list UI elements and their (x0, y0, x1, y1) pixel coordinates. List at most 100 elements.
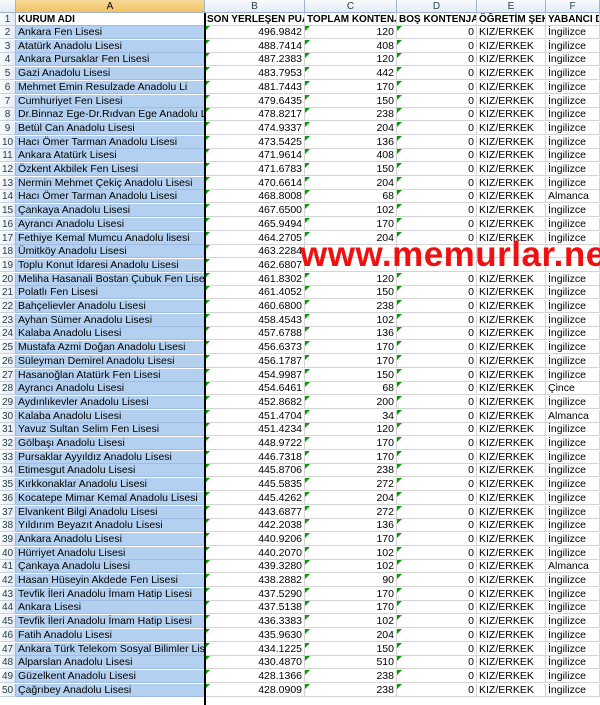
cell-kurum-adi[interactable]: Polatlı Fen Lisesi (16, 286, 205, 300)
cell-ogretim-sekli[interactable]: KIZ/ERKEK (477, 587, 546, 601)
row-number[interactable]: 49 (0, 669, 16, 683)
cell-toplam[interactable]: 102 (305, 204, 397, 218)
cell-bos[interactable]: 0 (397, 478, 477, 492)
cell-puan[interactable]: 445.4262 (205, 491, 305, 505)
cell-kurum-adi[interactable]: Dr.Binnaz Ege-Dr.Rıdvan Ege Anadolu Lis (16, 108, 205, 122)
cell-toplam[interactable]: 170 (305, 532, 397, 546)
cell-yabanci-dil[interactable]: İngilizce (546, 683, 600, 697)
cell-bos[interactable]: 0 (397, 217, 477, 231)
cell-toplam[interactable]: 120 (305, 423, 397, 437)
row-number[interactable]: 1 (0, 13, 16, 26)
cell-toplam[interactable]: 120 (305, 26, 397, 39)
row-number[interactable]: 20 (0, 272, 16, 286)
cell-puan[interactable]: 438.2882 (205, 574, 305, 587)
cell-title-puan[interactable]: SON YERLEŞEN PUANI (205, 13, 305, 26)
cell-yabanci-dil[interactable]: İngilizce (546, 615, 600, 629)
cell-yabanci-dil[interactable]: İngilizce (546, 26, 600, 39)
cell-toplam[interactable]: 272 (305, 478, 397, 492)
cell-puan[interactable]: 470.6614 (205, 176, 305, 190)
cell-bos[interactable]: 0 (397, 437, 477, 450)
cell-bos[interactable]: 0 (397, 26, 477, 39)
select-all-corner[interactable] (0, 0, 16, 13)
cell-bos[interactable]: 0 (397, 491, 477, 505)
cell-ogretim-sekli[interactable]: KIZ/ERKEK (477, 395, 546, 409)
cell-ogretim-sekli[interactable]: KIZ/ERKEK (477, 135, 546, 149)
cell-yabanci-dil[interactable]: İngilizce (546, 39, 600, 53)
cell-yabanci-dil[interactable]: Almanca (546, 409, 600, 423)
cell-bos[interactable]: 0 (397, 341, 477, 355)
cell-yabanci-dil[interactable]: İngilizce (546, 53, 600, 67)
cell-title-dil[interactable]: YABANCI DİL (546, 13, 600, 26)
cell-yabanci-dil[interactable]: İngilizce (546, 519, 600, 533)
cell-toplam[interactable]: 170 (305, 601, 397, 615)
cell-toplam[interactable]: 170 (305, 217, 397, 231)
cell-kurum-adi[interactable]: Aydınlıkevler Anadolu Lisesi (16, 395, 205, 409)
cell-puan[interactable]: 464.2705 (205, 231, 305, 245)
cell-toplam[interactable]: 150 (305, 163, 397, 176)
cell-kurum-adi[interactable]: Gazi Anadolu Lisesi (16, 67, 205, 81)
cell-toplam[interactable]: 170 (305, 587, 397, 601)
cell-puan[interactable]: 446.7318 (205, 450, 305, 464)
cell-toplam[interactable]: 200 (305, 395, 397, 409)
cell-puan[interactable]: 440.9206 (205, 532, 305, 546)
cell-puan[interactable]: 437.5290 (205, 587, 305, 601)
row-number[interactable]: 13 (0, 176, 16, 190)
cell-ogretim-sekli[interactable]: KIZ/ERKEK (477, 642, 546, 656)
cell-ogretim-sekli[interactable]: KIZ/ERKEK (477, 669, 546, 683)
cell-bos[interactable]: 0 (397, 683, 477, 697)
cell-toplam[interactable]: 68 (305, 190, 397, 204)
row-number[interactable]: 50 (0, 683, 16, 697)
cell-kurum-adi[interactable]: Ankara Anadolu Lisesi (16, 532, 205, 546)
cell-puan[interactable]: 479.6435 (205, 94, 305, 108)
cell-yabanci-dil[interactable]: İngilizce (546, 80, 600, 94)
cell-kurum-adi[interactable]: Hasan Hüseyin Akdede Fen Lisesi (16, 574, 205, 587)
cell-ogretim-sekli[interactable]: KIZ/ERKEK (477, 80, 546, 94)
cell-ogretim-sekli[interactable]: KIZ/ERKEK (477, 491, 546, 505)
cell-puan[interactable]: 451.4704 (205, 409, 305, 423)
cell-bos[interactable]: 0 (397, 135, 477, 149)
cell-kurum-adi[interactable]: Cumhuriyet Fen Lisesi (16, 94, 205, 108)
row-number[interactable]: 15 (0, 204, 16, 218)
cell-yabanci-dil[interactable]: İngilizce (546, 67, 600, 81)
cell-bos[interactable] (397, 245, 477, 259)
cell-yabanci-dil[interactable]: Çince (546, 382, 600, 396)
cell-yabanci-dil[interactable]: İngilizce (546, 464, 600, 478)
cell-ogretim-sekli[interactable]: KIZ/ERKEK (477, 53, 546, 67)
row-number[interactable]: 35 (0, 478, 16, 492)
cell-puan[interactable]: 463.2284 (205, 245, 305, 259)
cell-yabanci-dil[interactable]: İngilizce (546, 354, 600, 368)
cell-kurum-adi[interactable]: Ayrancı Anadolu Lisesi (16, 217, 205, 231)
cell-kurum-adi[interactable]: Mehmet Emin Resulzade Anadolu Li (16, 80, 205, 94)
row-number[interactable]: 3 (0, 39, 16, 53)
cell-bos[interactable]: 0 (397, 354, 477, 368)
cell-toplam[interactable]: 170 (305, 354, 397, 368)
cell-puan[interactable]: 437.5138 (205, 601, 305, 615)
cell-yabanci-dil[interactable] (546, 258, 600, 272)
cell-kurum-adi[interactable]: Süleyman Demirel Anadolu Lisesi (16, 354, 205, 368)
cell-kurum-adi[interactable]: Betül Can Anadolu Lisesi (16, 121, 205, 135)
cell-ogretim-sekli[interactable]: KIZ/ERKEK (477, 505, 546, 519)
cell-bos[interactable]: 0 (397, 231, 477, 245)
row-number[interactable]: 34 (0, 464, 16, 478)
cell-ogretim-sekli[interactable]: KIZ/ERKEK (477, 601, 546, 615)
cell-toplam[interactable]: 442 (305, 67, 397, 81)
cell-yabanci-dil[interactable]: İngilizce (546, 505, 600, 519)
cell-ogretim-sekli[interactable]: KIZ/ERKEK (477, 272, 546, 286)
row-number[interactable]: 42 (0, 574, 16, 587)
cell-toplam[interactable]: 408 (305, 149, 397, 163)
row-number[interactable]: 17 (0, 231, 16, 245)
cell-yabanci-dil[interactable]: İngilizce (546, 327, 600, 341)
cell-bos[interactable]: 0 (397, 39, 477, 53)
cell-yabanci-dil[interactable]: İngilizce (546, 94, 600, 108)
cell-ogretim-sekli[interactable]: KIZ/ERKEK (477, 286, 546, 300)
cell-ogretim-sekli[interactable]: KIZ/ERKEK (477, 300, 546, 313)
cell-bos[interactable]: 0 (397, 382, 477, 396)
cell-ogretim-sekli[interactable] (477, 245, 546, 259)
row-number[interactable]: 38 (0, 519, 16, 533)
cell-toplam[interactable]: 408 (305, 39, 397, 53)
cell-ogretim-sekli[interactable]: KIZ/ERKEK (477, 368, 546, 382)
cell-bos[interactable]: 0 (397, 286, 477, 300)
cell-toplam[interactable]: 238 (305, 464, 397, 478)
cell-toplam[interactable]: 238 (305, 669, 397, 683)
cell-yabanci-dil[interactable]: İngilizce (546, 135, 600, 149)
